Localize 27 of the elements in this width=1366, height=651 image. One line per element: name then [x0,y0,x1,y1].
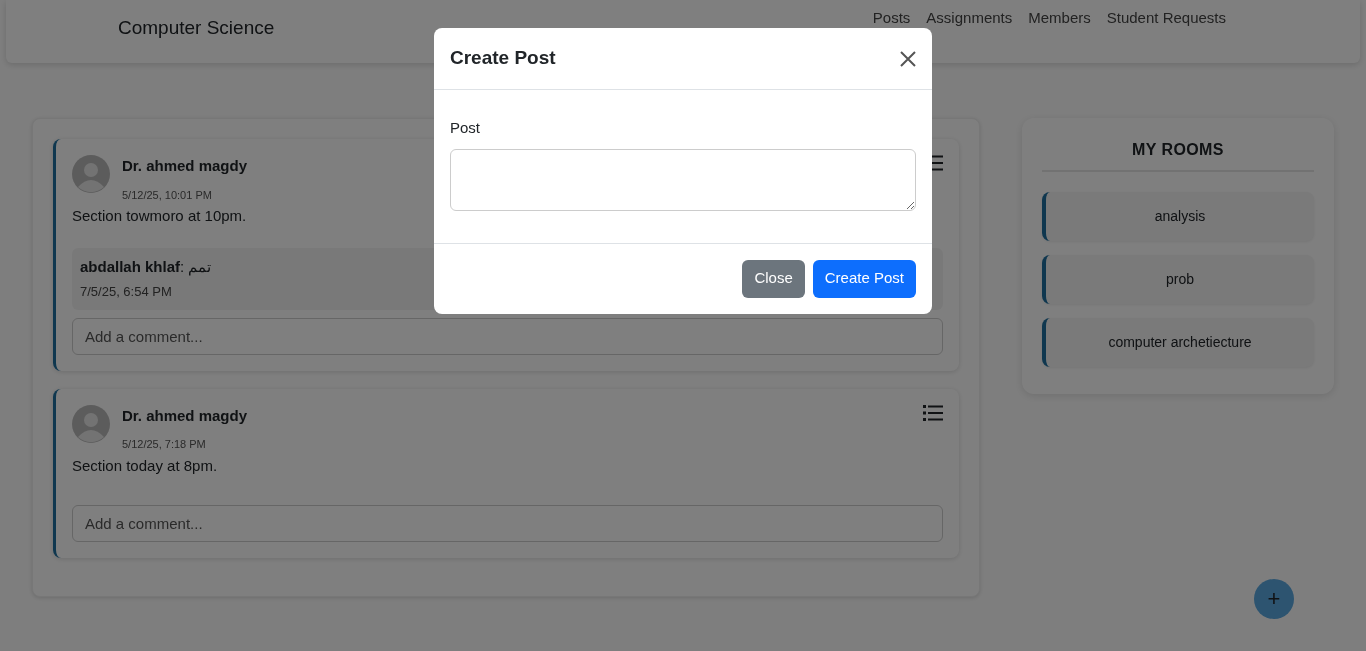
nav-link[interactable]: Student Requests [1106,7,1226,30]
nav-link[interactable]: Members [1028,7,1091,30]
post-time: 5/12/25, 10:01 PM [122,187,213,203]
avatar-icon [72,404,110,443]
dialog-title: Create Post [450,46,556,71]
add-button[interactable]: + [1254,579,1294,619]
comment-field[interactable]: Add a comment... [72,505,943,542]
nav-link[interactable]: Posts [872,7,911,30]
post-text: Section today at 8pm. [72,455,219,476]
comment-field[interactable]: Add a comment... [72,317,943,355]
post-text: Section towmoro at 10pm. [72,206,248,226]
rooms-title: MY ROOMS [1042,138,1314,172]
post-time: 5/12/25, 7:18 PM [122,437,207,452]
room-item[interactable]: analysis [1042,192,1314,241]
comment-time: 7/5/25, 6:54 PM [80,283,173,301]
room-item[interactable]: prob [1042,255,1314,304]
field-label: Post [450,118,481,138]
close-icon[interactable] [900,50,916,67]
author-name: Dr. ahmed magdy [122,156,248,176]
room-item[interactable]: computer archetiecture [1042,318,1314,367]
avatar-icon [72,155,110,193]
nav-link[interactable]: Assignments [926,7,1013,30]
course-title: Computer Science [118,16,275,41]
post-field[interactable] [450,148,916,211]
author-name: Dr. ahmed magdy [122,405,248,426]
dialog-button[interactable]: Create Post [812,259,916,298]
dialog-button[interactable]: Close [742,259,805,298]
